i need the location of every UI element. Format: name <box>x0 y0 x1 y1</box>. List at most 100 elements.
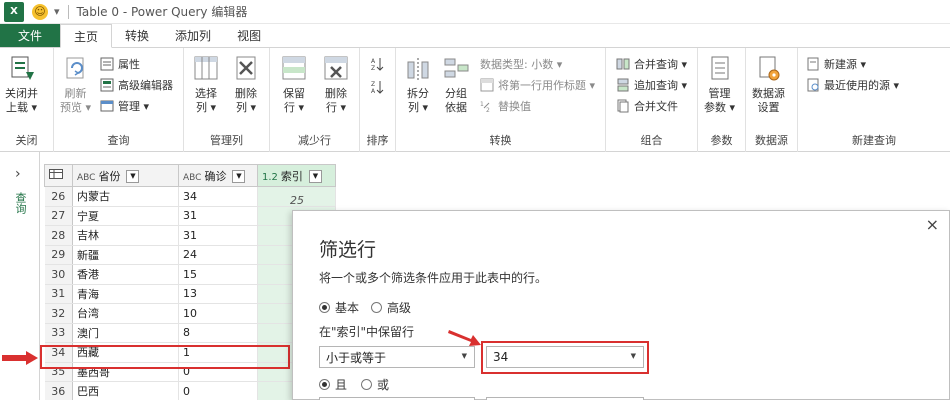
group-label-reduce-rows: 减少行 <box>298 134 331 147</box>
choose-columns-button[interactable]: 选择 列 ▾ <box>192 54 220 115</box>
filter-icon[interactable]: ▼ <box>126 170 140 183</box>
radio-empty-icon <box>361 379 372 390</box>
tab-file[interactable]: 文件 <box>0 24 61 47</box>
choose-columns-icon <box>194 56 218 80</box>
append-queries-button[interactable]: 追加查询 ▾ <box>616 76 687 94</box>
column-dropdown-icon[interactable]: ▼ <box>308 170 322 183</box>
merge-queries-icon <box>616 58 630 70</box>
cell-confirmed[interactable]: 13 <box>178 284 258 304</box>
row-number[interactable]: 27 <box>44 206 73 226</box>
keep-rows-button[interactable]: 保留 行 ▾ <box>280 54 308 115</box>
group-new-query: 新建源 ▾ 最近使用的源 ▾ 新建查询 <box>798 48 950 152</box>
cell-province[interactable]: 新疆 <box>72 245 179 265</box>
cell-confirmed[interactable]: 0 <box>178 381 258 400</box>
manage-query-button[interactable]: 管理 ▾ <box>100 97 149 115</box>
table-menu-corner[interactable] <box>44 164 73 187</box>
close-and-load-button[interactable]: 关闭并 上载 ▾ <box>5 54 38 115</box>
tab-transform[interactable]: 转换 <box>112 24 162 47</box>
group-query: 刷新 预览 ▾ 属性 高级编辑器 管理 ▾ 查询 <box>54 48 184 152</box>
operator-select[interactable]: 小于或等于 ▼ <box>319 346 475 368</box>
cell-confirmed[interactable]: 15 <box>178 264 258 285</box>
mode-advanced-radio[interactable]: 高级 <box>371 299 411 316</box>
new-source-icon <box>807 57 819 71</box>
cell-province[interactable]: 澳门 <box>72 323 179 343</box>
group-label-data-source: 数据源 <box>755 134 788 147</box>
close-load-icon <box>11 56 34 80</box>
split-column-button[interactable]: 拆分 列 ▾ <box>404 54 432 115</box>
column-header-index[interactable]: 1.2 索引 ▼ <box>257 164 336 187</box>
cell-province[interactable]: 青海 <box>72 284 179 304</box>
smiley-feedback-icon[interactable]: ☺ <box>32 3 48 20</box>
tab-home[interactable]: 主页 <box>60 24 113 48</box>
row-number[interactable]: 33 <box>44 323 73 343</box>
merge-queries-button[interactable]: 合并查询 ▾ <box>616 55 687 73</box>
sort-descending-button[interactable]: ZA <box>370 78 388 96</box>
properties-button[interactable]: 属性 <box>100 55 140 73</box>
excel-logo-icon: X <box>4 1 24 22</box>
row-number[interactable]: 30 <box>44 264 73 285</box>
cell-confirmed[interactable]: 31 <box>178 206 258 226</box>
queries-pane-label[interactable]: 查询 <box>12 192 28 214</box>
cell-province[interactable]: 内蒙古 <box>72 186 179 207</box>
merge-files-button[interactable]: 合并文件 <box>616 97 678 115</box>
decimal-type-icon[interactable]: 1.2 <box>262 172 278 183</box>
keep-rows-icon <box>282 56 306 80</box>
split-column-icon <box>407 58 429 80</box>
replace-values-icon: 12 <box>480 101 490 113</box>
cell-province[interactable]: 巴西 <box>72 381 179 400</box>
ribbon: 关闭并 上载 ▾ 关闭 刷新 预览 ▾ 属性 高级编辑器 管理 ▾ 查询 选择 … <box>0 48 950 152</box>
highlight-row-34 <box>40 345 290 369</box>
column-dropdown-icon[interactable]: ▼ <box>232 170 246 183</box>
cell-confirmed[interactable]: 31 <box>178 225 258 246</box>
group-by-button[interactable]: 分组 依据 <box>442 54 470 115</box>
cell-confirmed[interactable]: 10 <box>178 303 258 324</box>
replace-values-button[interactable]: 12 替换值 <box>480 97 531 115</box>
row-number[interactable]: 32 <box>44 303 73 324</box>
cell-province[interactable]: 吉林 <box>72 225 179 246</box>
data-source-settings-button[interactable]: 数据源 设置 <box>752 54 785 115</box>
svg-text:1: 1 <box>480 101 484 108</box>
sort-ascending-button[interactable]: AZ <box>370 55 388 73</box>
cell-confirmed[interactable]: 34 <box>178 186 258 207</box>
text-type-icon[interactable]: ABC <box>183 173 201 183</box>
radio-selected-icon <box>319 302 330 313</box>
row-number[interactable]: 31 <box>44 284 73 304</box>
logic-or-radio[interactable]: 或 <box>361 376 389 393</box>
close-icon[interactable]: × <box>926 215 939 234</box>
cell-province[interactable]: 宁夏 <box>72 206 179 226</box>
tab-add-column[interactable]: 添加列 <box>162 24 224 47</box>
cell-confirmed[interactable]: 8 <box>178 323 258 343</box>
tab-view[interactable]: 视图 <box>224 24 274 47</box>
new-source-button[interactable]: 新建源 ▾ <box>806 55 866 73</box>
group-by-icon <box>444 58 469 78</box>
manage-parameters-button[interactable]: 管理 参数 ▾ <box>704 54 735 115</box>
ribbon-tabs: 文件 主页 转换 添加列 视图 <box>0 24 950 48</box>
cell-province[interactable]: 台湾 <box>72 303 179 324</box>
refresh-preview-button[interactable]: 刷新 预览 ▾ <box>60 54 91 115</box>
remove-rows-button[interactable]: 删除 行 ▾ <box>322 54 350 115</box>
row-number[interactable]: 36 <box>44 381 73 400</box>
first-row-header-button[interactable]: 将第一行用作标题 ▾ <box>480 76 595 94</box>
radio-empty-icon <box>371 302 382 313</box>
expand-chevron-icon[interactable]: › <box>15 166 21 182</box>
remove-columns-button[interactable]: 删除 列 ▾ <box>232 54 260 115</box>
column-header-confirmed[interactable]: ABC 确诊 ▼ <box>178 164 258 187</box>
quick-access-dropdown[interactable]: ▾ <box>54 5 60 18</box>
row-number[interactable]: 26 <box>44 186 73 207</box>
svg-text:Z: Z <box>371 81 375 88</box>
advanced-editor-button[interactable]: 高级编辑器 <box>100 76 173 94</box>
cell-province[interactable]: 香港 <box>72 264 179 285</box>
row-number[interactable]: 28 <box>44 225 73 246</box>
logic-and-radio[interactable]: 且 <box>319 376 347 393</box>
group-parameters: 管理 参数 ▾ 参数 <box>698 48 746 152</box>
row-number[interactable]: 29 <box>44 245 73 265</box>
refresh-icon <box>66 57 84 79</box>
data-source-settings-icon <box>759 56 779 81</box>
cell-confirmed[interactable]: 24 <box>178 245 258 265</box>
data-type-dropdown[interactable]: 数据类型: 小数 ▾ <box>480 55 562 73</box>
mode-basic-radio[interactable]: 基本 <box>319 299 359 316</box>
table-icon <box>49 169 63 179</box>
text-type-icon[interactable]: ABC <box>77 173 95 183</box>
recent-sources-button[interactable]: 最近使用的源 ▾ <box>806 76 899 94</box>
column-header-province[interactable]: ABC 省份 ▼ <box>72 164 179 187</box>
